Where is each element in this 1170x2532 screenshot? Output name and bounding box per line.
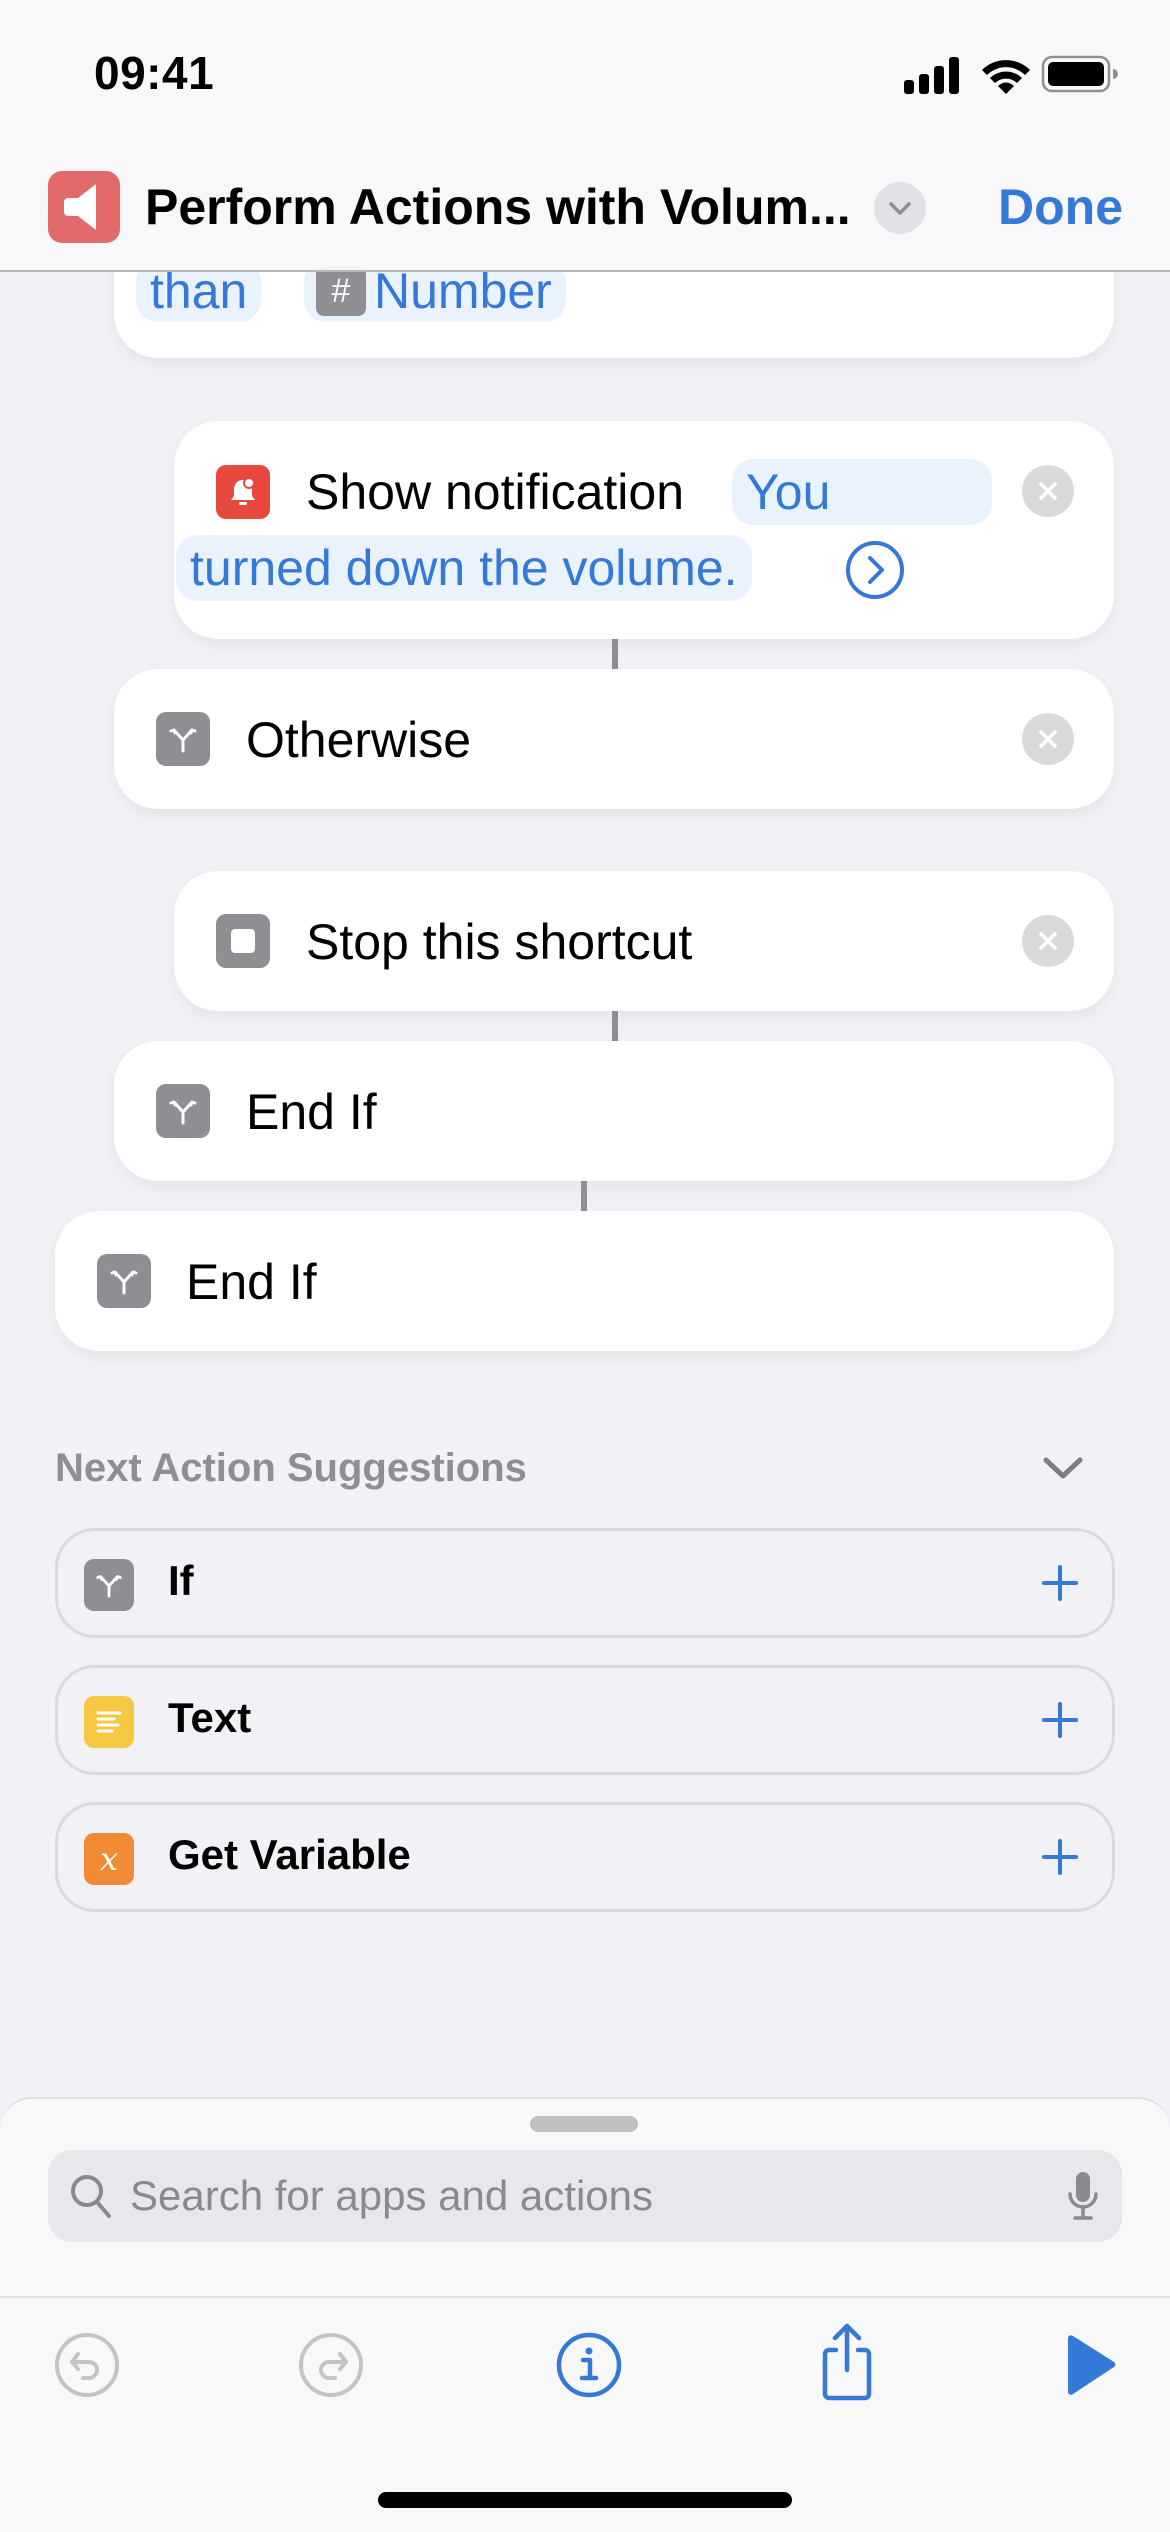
chevron-right-circle-icon[interactable]: [844, 539, 906, 601]
stop-shortcut-label: Stop this shortcut: [306, 914, 693, 970]
suggestion-if[interactable]: If: [55, 1528, 1115, 1638]
microphone-icon[interactable]: [1066, 2170, 1100, 2222]
end-if-label: End If: [246, 1084, 377, 1140]
magnifier-icon: [68, 2172, 114, 2220]
shortcut-title[interactable]: Perform Actions with Volum...: [145, 178, 851, 236]
sheet-grabber[interactable]: [530, 2116, 638, 2132]
undo-icon[interactable]: [52, 2330, 122, 2400]
remove-icon[interactable]: [1022, 713, 1074, 765]
flow-connector: [612, 1011, 618, 1041]
toolbar-divider: [0, 2296, 1170, 2298]
suggestion-label: Text: [168, 1694, 252, 1741]
share-icon[interactable]: [812, 2320, 882, 2404]
flow-connector: [612, 639, 618, 669]
notification-body-token-line2[interactable]: turned down the volume.: [176, 535, 752, 601]
notification-bell-icon: [216, 465, 270, 519]
suggestion-text[interactable]: Text: [55, 1665, 1115, 1775]
redo-icon[interactable]: [296, 2330, 366, 2400]
plus-icon[interactable]: [1036, 1696, 1084, 1744]
flow-connector: [581, 1181, 587, 1211]
stop-icon: [216, 914, 270, 968]
plus-icon[interactable]: [1036, 1833, 1084, 1881]
status-icons: [902, 52, 1122, 96]
text-lines-icon: [84, 1696, 134, 1748]
show-notification-action[interactable]: Show notification You turned down the vo…: [174, 421, 1114, 639]
chevron-down-icon[interactable]: [1038, 1450, 1088, 1486]
suggestion-label: Get Variable: [168, 1831, 411, 1878]
home-indicator: [378, 2492, 792, 2508]
otherwise-label: Otherwise: [246, 712, 472, 768]
suggestion-label: If: [168, 1557, 194, 1604]
branch-icon: [156, 712, 210, 766]
branch-icon: [84, 1559, 134, 1611]
end-if-label: End If: [186, 1254, 317, 1310]
plus-icon[interactable]: [1036, 1559, 1084, 1607]
variable-x-icon: x: [84, 1833, 134, 1885]
stop-shortcut-action[interactable]: Stop this shortcut: [174, 871, 1114, 1011]
wifi-icon: [982, 60, 1030, 94]
cellular-signal-icon: [904, 57, 959, 94]
chevron-down-icon[interactable]: [874, 182, 926, 234]
branch-icon: [156, 1084, 210, 1138]
search-field[interactable]: Search for apps and actions: [48, 2150, 1122, 2242]
remove-icon[interactable]: [1022, 465, 1074, 517]
number-sign-icon: #: [316, 266, 366, 316]
navigation-header: 09:41 Perform Actions with Volum... Done: [0, 0, 1170, 272]
search-placeholder: Search for apps and actions: [130, 2172, 653, 2219]
info-icon[interactable]: [554, 2330, 624, 2400]
battery-icon: [1041, 55, 1118, 93]
notification-body-token-line1[interactable]: You: [732, 459, 992, 525]
branch-icon: [97, 1254, 151, 1308]
end-if-action-outer[interactable]: End If: [55, 1211, 1114, 1351]
show-notification-label: Show notification: [306, 464, 685, 520]
play-icon[interactable]: [1064, 2330, 1134, 2400]
remove-icon[interactable]: [1022, 915, 1074, 967]
speaker-icon[interactable]: [48, 171, 120, 243]
status-time: 09:41: [94, 47, 215, 99]
otherwise-action[interactable]: Otherwise: [114, 669, 1114, 809]
done-button[interactable]: Done: [998, 178, 1123, 236]
suggestions-header: Next Action Suggestions: [55, 1446, 527, 1490]
end-if-action-inner[interactable]: End If: [114, 1041, 1114, 1181]
suggestion-get-variable[interactable]: x Get Variable: [55, 1802, 1115, 1912]
